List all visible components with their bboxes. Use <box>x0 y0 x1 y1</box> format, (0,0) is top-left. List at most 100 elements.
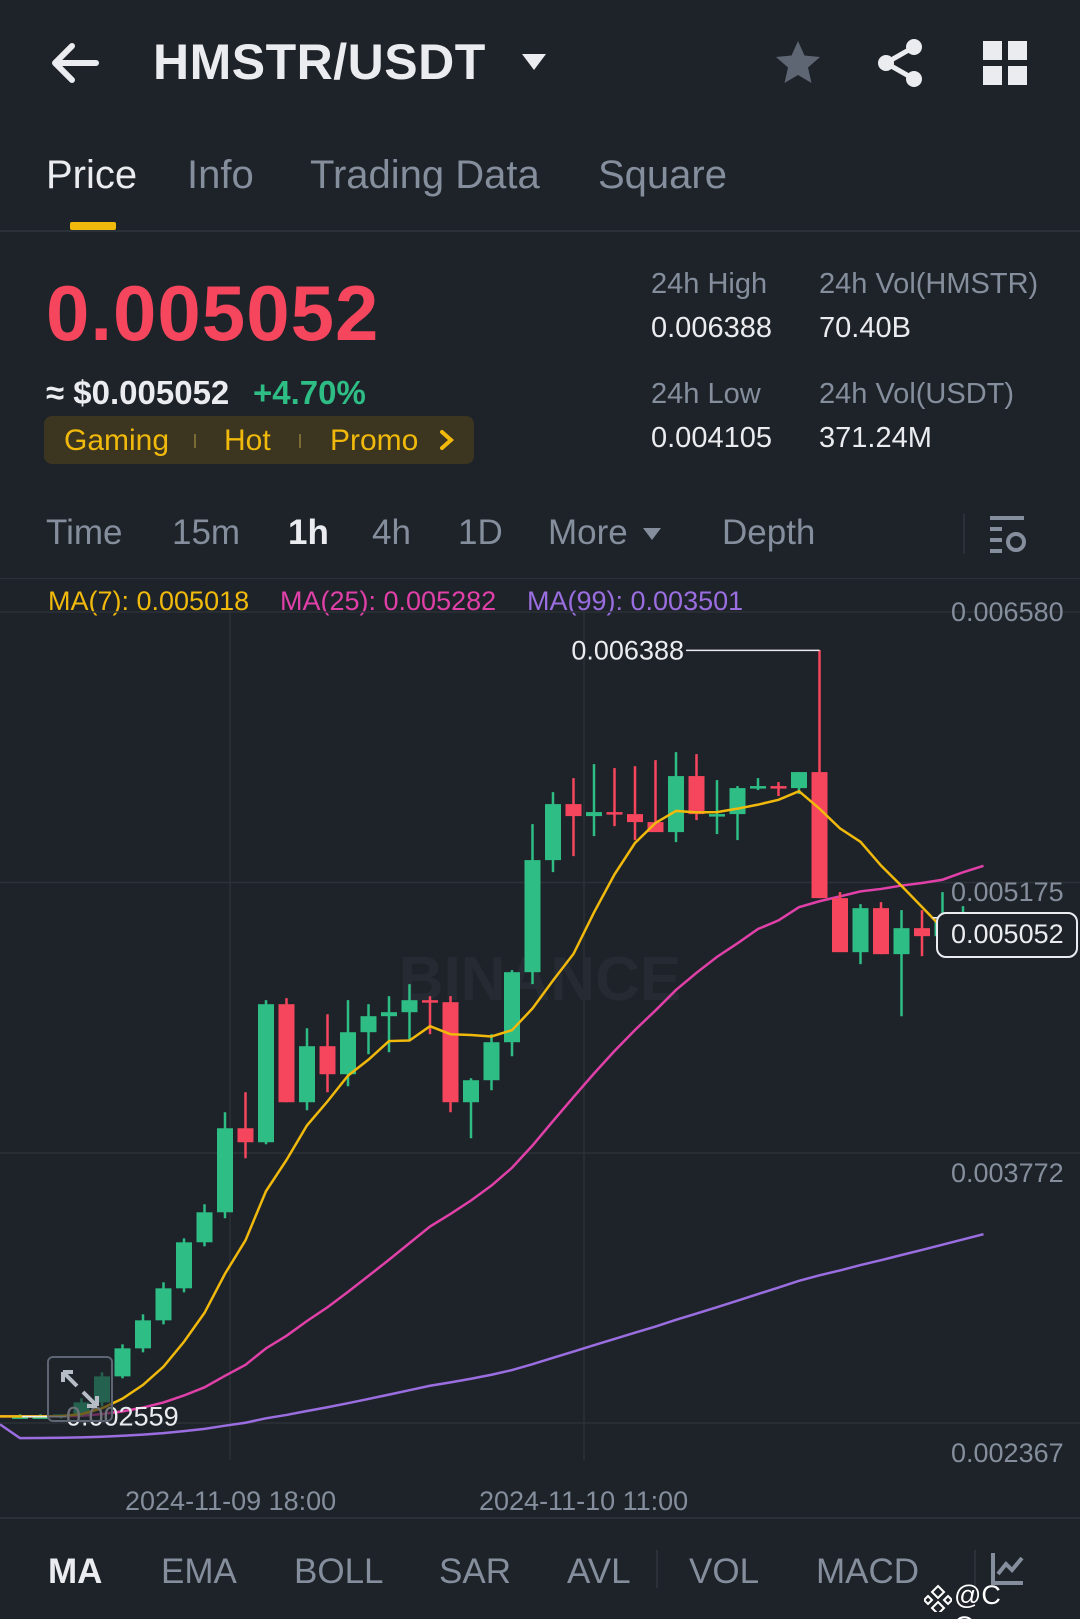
candle-body <box>176 1242 192 1289</box>
candle-body <box>565 804 582 817</box>
chart-settings-icon[interactable] <box>988 512 1028 554</box>
caret-down-icon[interactable] <box>520 52 548 72</box>
candle-body <box>832 898 848 953</box>
candle-body <box>340 1032 356 1075</box>
tag-gaming[interactable]: Gaming <box>64 424 169 458</box>
candle-body <box>852 908 869 953</box>
y-tick-label: 0.005175 <box>951 877 1064 907</box>
candle-body <box>524 860 541 973</box>
y-tick-label: 0.002367 <box>951 1438 1064 1468</box>
candle-body <box>709 814 725 817</box>
interval-1h[interactable]: 1h <box>288 513 329 553</box>
trading-pair-title[interactable]: HMSTR/USDT <box>153 33 486 91</box>
tab-price[interactable]: Price <box>46 153 137 198</box>
watermark-text: @C Queen <box>954 1580 1035 1619</box>
candle-body <box>135 1320 151 1349</box>
candle-body <box>463 1080 479 1103</box>
tag-divider <box>194 434 196 448</box>
fullscreen-button[interactable] <box>47 1356 113 1422</box>
indicator-boll[interactable]: BOLL <box>294 1552 384 1592</box>
tag-promo[interactable]: Promo <box>330 424 418 458</box>
candle-body <box>688 776 705 815</box>
candle-body <box>381 1012 397 1017</box>
stat-24h-vol-base-label: 24h Vol(HMSTR) <box>819 268 1039 300</box>
candle-body <box>319 1046 336 1075</box>
page-tabs: Price Info Trading Data Square <box>0 125 1080 232</box>
back-arrow-icon[interactable] <box>48 38 102 88</box>
tag-hot[interactable]: Hot <box>224 424 271 458</box>
indicator-avl[interactable]: AVL <box>567 1552 631 1592</box>
price-change-percent: +4.70% <box>253 374 366 411</box>
y-tick-label: 0.006580 <box>951 597 1064 627</box>
x-tick-label: 2024-11-09 18:00 <box>125 1486 337 1516</box>
candle-body <box>668 776 684 833</box>
candle-body <box>155 1288 172 1321</box>
candle-body <box>299 1046 315 1103</box>
candle-body <box>422 1000 438 1003</box>
candle-body <box>217 1128 233 1213</box>
stat-24h-vol-base-value: 70.40B <box>819 312 911 344</box>
divider <box>0 578 1080 579</box>
interval-4h[interactable]: 4h <box>372 513 411 553</box>
divider <box>0 1517 1080 1519</box>
binance-logo-icon <box>924 1584 952 1612</box>
active-tab-indicator <box>70 222 116 230</box>
share-icon[interactable] <box>876 38 924 88</box>
tab-info[interactable]: Info <box>187 153 254 198</box>
tab-square[interactable]: Square <box>598 153 727 198</box>
candle-body <box>627 814 643 823</box>
last-price-tag-value: 0.005052 <box>951 919 1064 949</box>
expand-icon <box>61 1370 99 1408</box>
candle-body <box>545 804 561 861</box>
last-price: 0.005052 <box>46 269 380 357</box>
caret-down-icon[interactable] <box>642 527 662 541</box>
candle-body <box>750 786 766 789</box>
candlestick-chart[interactable]: BINANCE 0.0063880.002559 <box>0 580 1080 1520</box>
y-tick-label: 0.003772 <box>951 1158 1064 1188</box>
indicator-sar[interactable]: SAR <box>439 1552 511 1592</box>
candle-body <box>893 928 910 955</box>
stat-24h-high-value: 0.006388 <box>651 312 772 344</box>
candle-body <box>914 928 930 937</box>
candle-body <box>586 812 602 817</box>
x-tick-label: 2024-11-10 11:00 <box>479 1486 689 1516</box>
candle-body <box>483 1042 500 1081</box>
interval-15m[interactable]: 15m <box>172 513 240 553</box>
candle-body <box>811 772 828 899</box>
candle-body <box>114 1348 131 1377</box>
stat-24h-vol-quote-value: 371.24M <box>819 422 932 454</box>
candle-body <box>442 1002 459 1103</box>
candle-body <box>258 1004 274 1143</box>
stat-24h-vol-quote-label: 24h Vol(USDT) <box>819 378 1015 410</box>
stat-24h-low-label: 24h Low <box>651 378 761 410</box>
candle-body <box>237 1128 254 1143</box>
tab-trading-data[interactable]: Trading Data <box>310 153 540 198</box>
high-marker-label: 0.006388 <box>571 635 684 665</box>
tag-divider <box>299 434 301 448</box>
candle-body <box>770 786 787 789</box>
header: HMSTR/USDT <box>0 0 1080 125</box>
star-icon[interactable] <box>773 38 823 88</box>
usd-price: ≈ $0.005052 <box>46 374 230 411</box>
candle-body <box>606 812 623 815</box>
candle-body <box>401 1000 418 1013</box>
indicator-macd[interactable]: MACD <box>816 1552 919 1592</box>
indicator-vol[interactable]: VOL <box>689 1552 759 1592</box>
stat-24h-high-label: 24h High <box>651 268 768 300</box>
stat-24h-low-value: 0.004105 <box>651 422 772 454</box>
tag-bar[interactable]: Gaming Hot Promo <box>44 416 474 464</box>
candle-body <box>360 1016 377 1033</box>
candle-body <box>873 908 889 955</box>
divider <box>656 1550 658 1588</box>
interval-time[interactable]: Time <box>46 513 122 553</box>
indicator-ma[interactable]: MA <box>48 1552 102 1592</box>
divider <box>963 514 965 554</box>
chevron-right-icon[interactable] <box>438 428 456 452</box>
grid-icon[interactable] <box>983 41 1027 85</box>
candle-body <box>791 772 807 789</box>
interval-more[interactable]: More <box>548 513 628 553</box>
interval-1d[interactable]: 1D <box>458 513 503 553</box>
candle-body <box>278 1004 295 1103</box>
interval-depth[interactable]: Depth <box>722 513 815 553</box>
indicator-ema[interactable]: EMA <box>161 1552 237 1592</box>
